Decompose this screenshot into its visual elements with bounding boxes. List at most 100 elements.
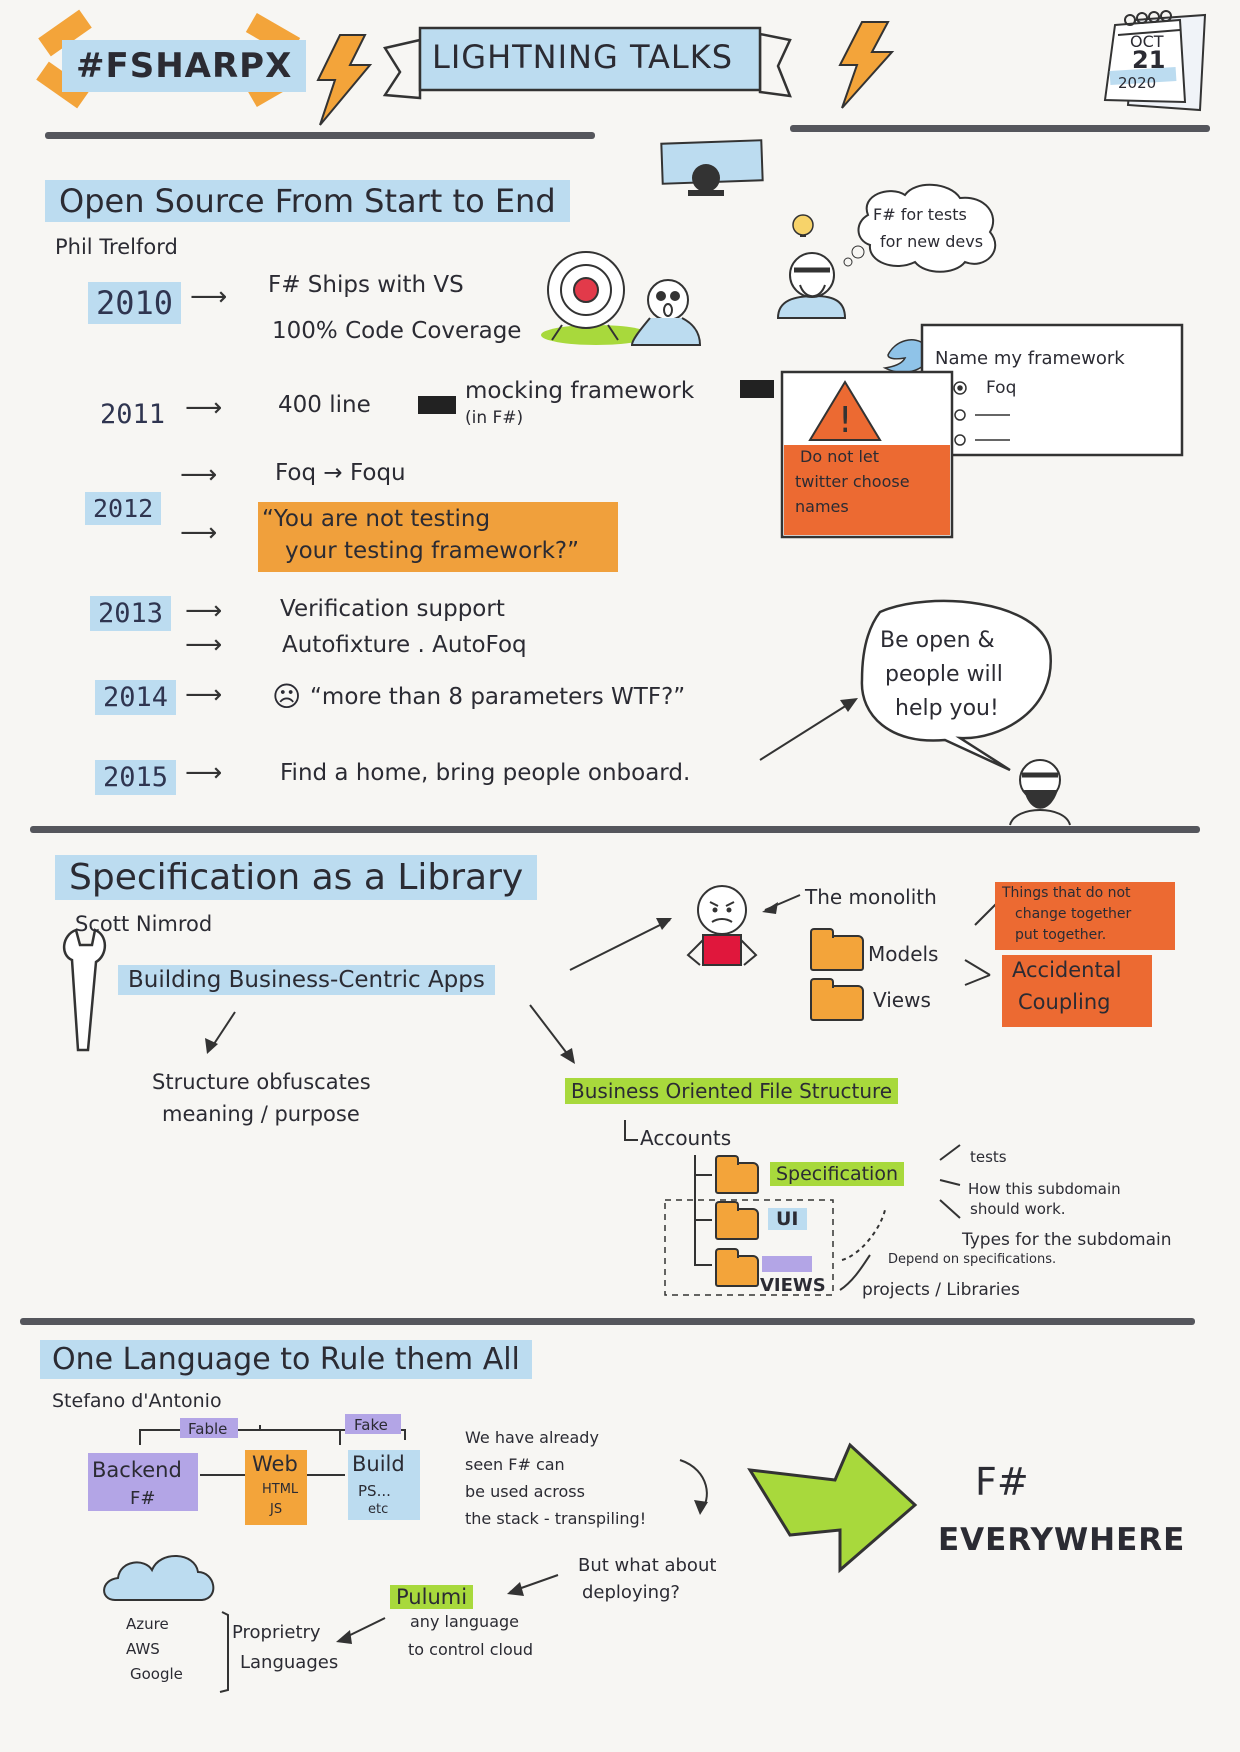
cloud-aws: AWS xyxy=(126,1640,160,1658)
backend-label: Backend xyxy=(92,1458,182,1482)
talk1-speaker: Phil Trelford xyxy=(55,235,178,259)
folder-icon xyxy=(715,1248,759,1287)
build-ps: PS... xyxy=(358,1482,391,1500)
arrow-icon: ⟶ xyxy=(180,518,218,548)
talk1-title: Open Source From Start to End xyxy=(45,180,570,222)
calendar-year: 2020 xyxy=(1118,74,1157,92)
svg-text:!: ! xyxy=(838,400,852,441)
thought-text-1: F# for tests xyxy=(873,205,967,224)
arrow-icon: ⟶ xyxy=(185,393,223,423)
folder-icon xyxy=(810,978,864,1021)
twitter-poll-option: Foq xyxy=(986,378,1017,398)
everywhere-big: EVERYWHERE xyxy=(938,1522,1186,1558)
but-text-2: deploying? xyxy=(582,1582,680,1603)
depend-label: Depend on specifications. xyxy=(888,1252,1057,1267)
arrow-icon: ⟶ xyxy=(185,630,223,660)
talk2-speaker: Scott Nimrod xyxy=(75,912,213,936)
developer-avatar-icon xyxy=(776,214,865,319)
year-2010: 2010 xyxy=(88,282,182,324)
views-caps-label: VIEWS xyxy=(760,1275,826,1296)
tests-label: tests xyxy=(970,1148,1007,1166)
note-text-1: We have already xyxy=(465,1428,599,1447)
obfuscates-2: meaning / purpose xyxy=(162,1102,360,1126)
milestone-2012-b1: “You are not testing xyxy=(262,506,491,532)
arrow-icon: ⟶ xyxy=(185,758,223,788)
cloud-google: Google xyxy=(130,1665,183,1683)
note-text-2: seen F# can xyxy=(465,1455,565,1474)
milestone-2010-a: F# Ships with VS xyxy=(268,272,464,298)
views-label: Views xyxy=(873,988,931,1012)
milestone-2013-a: Verification support xyxy=(280,596,505,622)
milestone-2015-a: Find a home, bring people onboard. xyxy=(280,760,691,786)
speech-text-1: Be open & xyxy=(880,628,995,653)
worried-face-icon xyxy=(630,279,702,346)
note-text-3: be used across xyxy=(465,1482,585,1501)
year-2015: 2015 xyxy=(95,760,177,795)
things-text-3: put together. xyxy=(1015,927,1107,943)
thought-cloud-icon xyxy=(857,183,997,273)
thought-text-2: for new devs xyxy=(880,232,984,251)
phil-avatar-icon xyxy=(1009,759,1071,826)
year-2014: 2014 xyxy=(95,680,177,715)
lightning-icon xyxy=(316,34,373,126)
milestone-2011-c: (in F#) xyxy=(465,408,524,428)
web-html: HTML xyxy=(262,1482,299,1497)
accounts-label: Accounts xyxy=(640,1126,732,1150)
year-2013: 2013 xyxy=(90,596,172,631)
models-label: Models xyxy=(868,942,939,966)
build-label: Build xyxy=(352,1452,405,1476)
year-2011: 2011 xyxy=(100,399,166,430)
milestone-2014-a: “more than 8 parameters WTF?” xyxy=(310,684,686,710)
build-etc: etc xyxy=(368,1502,389,1517)
twitter-poll-title: Name my framework xyxy=(935,348,1125,369)
folder-icon xyxy=(810,928,864,971)
redacted-mark xyxy=(740,380,774,398)
pulumi-label: Pulumi xyxy=(390,1585,474,1609)
folder-icon xyxy=(715,1155,759,1194)
warning-text-2: twitter choose xyxy=(795,472,910,491)
cloud-azure: Azure xyxy=(126,1615,169,1633)
specification-label: Specification xyxy=(770,1162,904,1186)
how-text-1: How this subdomain xyxy=(968,1180,1121,1198)
types-label: Types for the subdomain xyxy=(962,1230,1172,1250)
any-language-2: to control cloud xyxy=(408,1640,534,1659)
shocked-face-icon: ☹ xyxy=(272,680,302,713)
cloud-icon xyxy=(103,1555,215,1601)
year-2012: 2012 xyxy=(85,492,162,525)
fable-label: Fable xyxy=(188,1420,228,1438)
redacted-mark xyxy=(418,396,456,414)
arrow-icon: ⟶ xyxy=(180,460,218,490)
speech-text-2: people will xyxy=(885,662,1003,687)
milestone-2011-a: 400 line xyxy=(278,392,371,418)
warning-text-1: Do not let xyxy=(800,447,880,466)
warning-text-3: names xyxy=(795,497,849,516)
note-text-4: the stack - transpiling! xyxy=(465,1509,647,1528)
any-language-1: any language xyxy=(410,1612,519,1631)
milestone-2011-b: mocking framework xyxy=(465,378,695,404)
milestone-2012-b2: your testing framework?” xyxy=(285,538,580,564)
building-apps: Building Business-Centric Apps xyxy=(118,965,495,995)
proprietary-1: Proprietry xyxy=(232,1622,321,1643)
redacted-mark xyxy=(762,1256,812,1272)
milestone-2010-b: 100% Code Coverage xyxy=(272,318,522,344)
but-text-1: But what about xyxy=(578,1555,717,1576)
milestone-2013-b: Autofixture . AutoFoq xyxy=(282,632,527,658)
milestone-2012-a: Foq → Foqu xyxy=(275,460,406,486)
web-js: JS xyxy=(270,1502,283,1517)
projects-label: projects / Libraries xyxy=(862,1280,1020,1300)
monolith-person-icon xyxy=(686,885,758,966)
arrow-icon: ⟶ xyxy=(190,282,228,312)
proprietary-2: Languages xyxy=(240,1652,339,1673)
talk3-title: One Language to Rule them All xyxy=(40,1340,532,1379)
calendar-day: 21 xyxy=(1132,46,1166,74)
folder-icon xyxy=(715,1201,759,1240)
web-label: Web xyxy=(252,1452,298,1476)
arrow-icon: ⟶ xyxy=(185,680,223,710)
obfuscates-1: Structure obfuscates xyxy=(152,1070,371,1094)
speech-text-3: help you! xyxy=(895,696,999,721)
webcam-icon xyxy=(660,139,764,196)
ui-label: UI xyxy=(768,1208,807,1230)
fsharp-big: F# xyxy=(975,1460,1029,1504)
lightning-icon xyxy=(838,21,895,109)
things-text-2: change together xyxy=(1015,906,1132,922)
